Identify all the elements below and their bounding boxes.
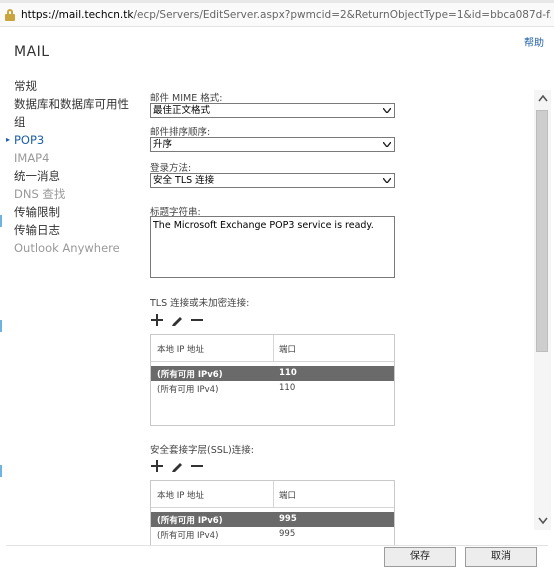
sidebar-nav: 常规 数据库和数据库可用性组 ▸ POP3 IMAP4 统一消息 DNS 查找 传…	[6, 77, 134, 257]
content-pane: 邮件 MIME 格式: 最佳正文格式 邮件排序顺序: 升序 登录方法: 安全 T…	[150, 0, 530, 545]
add-icon[interactable]	[150, 313, 164, 327]
table-row[interactable]: (所有可用 IPv6) 110	[151, 366, 394, 381]
sidebar-item-label: 数据库和数据库可用性组	[14, 97, 129, 129]
footer-divider	[6, 545, 548, 546]
table-header: 本地 IP 地址 端口	[151, 481, 394, 508]
sidebar-item-pop3[interactable]: ▸ POP3	[6, 131, 134, 149]
mime-format-value: 最佳正文格式	[153, 105, 211, 116]
cell-ip: (所有可用 IPv4)	[157, 385, 219, 395]
column-divider	[273, 481, 274, 508]
sidebar-item-label: POP3	[14, 133, 45, 147]
ssl-toolbar	[150, 459, 204, 473]
cancel-button[interactable]: 取消	[465, 547, 537, 567]
ssl-connections-label: 安全套接字层(SSL)连接:	[150, 445, 254, 456]
cell-ip: (所有可用 IPv6)	[157, 370, 223, 380]
login-method-label: 登录方法:	[150, 163, 192, 174]
sidebar-item-label: 常规	[14, 79, 37, 93]
sidebar-item-transport-limits[interactable]: 传输限制	[6, 203, 134, 221]
ssl-bindings-table: 本地 IP 地址 端口 (所有可用 IPv6) 995 (所有可用 IPv4) …	[150, 480, 395, 545]
chevron-down-icon	[383, 142, 391, 147]
sidebar-item-label: DNS 查找	[14, 187, 66, 201]
lock-icon	[4, 8, 18, 21]
mime-format-label: 邮件 MIME 格式:	[150, 93, 223, 104]
cell-port: 995	[279, 529, 296, 539]
page-title: MAIL	[14, 44, 50, 60]
edit-icon[interactable]	[170, 459, 184, 473]
tls-toolbar	[150, 313, 204, 327]
cell-port: 995	[279, 514, 297, 524]
chevron-down-icon	[383, 178, 391, 183]
column-divider	[273, 335, 274, 362]
left-edge-marker	[0, 215, 2, 227]
chevron-down-icon[interactable]	[538, 517, 548, 525]
edit-icon[interactable]	[170, 313, 184, 327]
sidebar-item-general[interactable]: 常规	[6, 77, 134, 95]
cell-ip: (所有可用 IPv4)	[157, 531, 219, 541]
sidebar-item-label: 传输限制	[14, 205, 60, 219]
add-icon[interactable]	[150, 459, 164, 473]
sidebar-item-outlook-anywhere[interactable]: Outlook Anywhere	[6, 239, 134, 257]
sort-order-select[interactable]: 升序	[150, 137, 395, 152]
sort-order-label: 邮件排序顺序:	[150, 127, 211, 138]
cell-ip: (所有可用 IPv6)	[157, 516, 223, 526]
sidebar-item-dns-lookup[interactable]: DNS 查找	[6, 185, 134, 203]
chevron-up-icon[interactable]	[538, 94, 548, 102]
save-button[interactable]: 保存	[384, 547, 456, 567]
sidebar-item-unified-messaging[interactable]: 统一消息	[6, 167, 134, 185]
sidebar-item-label: 传输日志	[14, 223, 60, 237]
banner-string-textarea[interactable]: The Microsoft Exchange POP3 service is r…	[150, 216, 395, 278]
table-row[interactable]: (所有可用 IPv6) 995	[151, 512, 394, 527]
left-edge-marker	[0, 465, 2, 477]
table-row[interactable]: (所有可用 IPv4) 995	[151, 527, 394, 542]
tls-connections-label: TLS 连接或未加密连接:	[150, 298, 250, 309]
cell-port: 110	[279, 383, 296, 393]
table-row[interactable]: (所有可用 IPv4) 110	[151, 381, 394, 396]
login-method-select[interactable]: 安全 TLS 连接	[150, 173, 395, 188]
vertical-scrollbar[interactable]	[534, 90, 551, 530]
login-method-value: 安全 TLS 连接	[153, 175, 215, 186]
column-header-ip[interactable]: 本地 IP 地址	[157, 489, 204, 501]
selected-arrow-icon: ▸	[6, 135, 11, 144]
column-header-port[interactable]: 端口	[279, 343, 296, 355]
tls-bindings-table: 本地 IP 地址 端口 (所有可用 IPv6) 110 (所有可用 IPv4) …	[150, 334, 395, 426]
chevron-down-icon	[383, 108, 391, 113]
sort-order-value: 升序	[153, 139, 173, 150]
cell-port: 110	[279, 368, 297, 378]
sidebar-item-imap4[interactable]: IMAP4	[6, 149, 134, 167]
remove-icon[interactable]	[190, 459, 204, 473]
sidebar-item-label: Outlook Anywhere	[14, 241, 120, 255]
mime-format-select[interactable]: 最佳正文格式	[150, 103, 395, 118]
column-header-port[interactable]: 端口	[279, 489, 296, 501]
sidebar-item-transport-logs[interactable]: 传输日志	[6, 221, 134, 239]
left-edge-marker	[0, 320, 2, 332]
table-header: 本地 IP 地址 端口	[151, 335, 394, 362]
remove-icon[interactable]	[190, 313, 204, 327]
sidebar-item-databases[interactable]: 数据库和数据库可用性组	[6, 95, 134, 131]
scrollbar-thumb[interactable]	[536, 110, 548, 352]
column-header-ip[interactable]: 本地 IP 地址	[157, 343, 204, 355]
url-host: https://mail.techcn.tk	[21, 8, 134, 21]
sidebar-item-label: 统一消息	[14, 169, 60, 183]
sidebar-item-label: IMAP4	[14, 151, 50, 165]
